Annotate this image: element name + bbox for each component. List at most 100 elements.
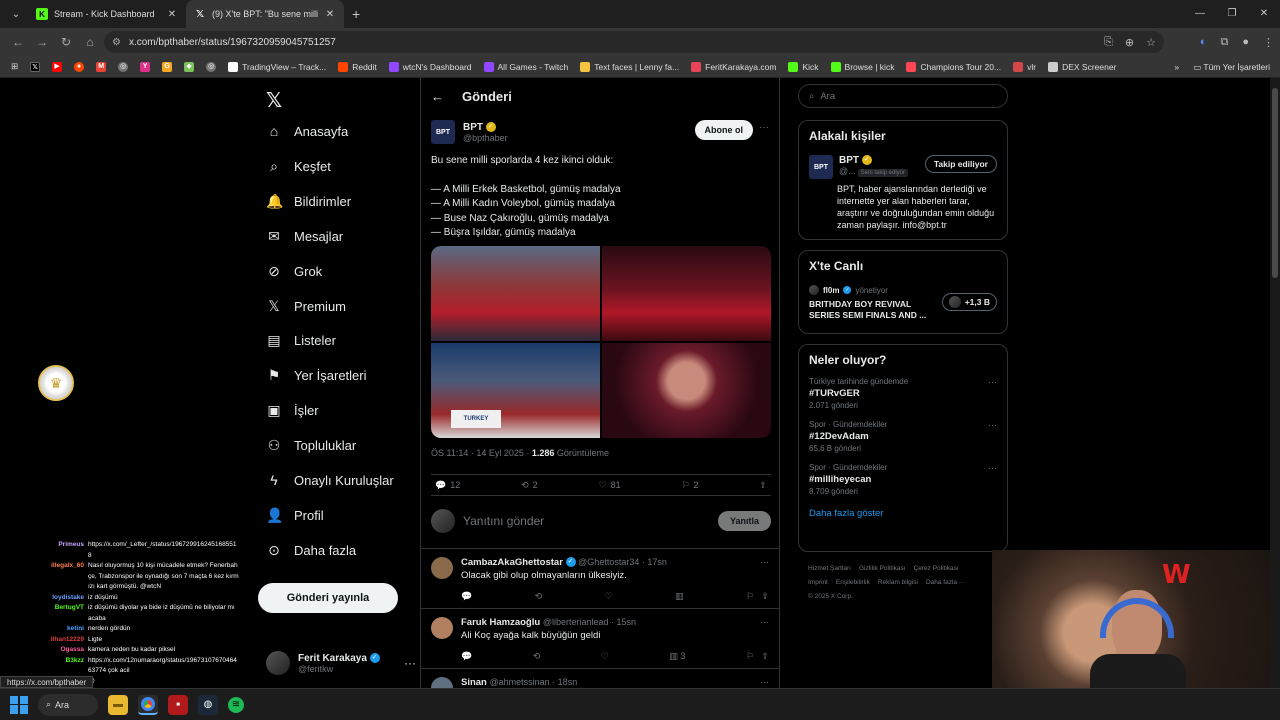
footer-link[interactable]: Çerez Politikası bbox=[914, 565, 959, 572]
file-explorer-icon[interactable]: ▬ bbox=[108, 694, 128, 715]
bookmark-gmail-icon[interactable]: M bbox=[91, 61, 111, 72]
footer-link[interactable]: Gizlilik Politikası bbox=[859, 565, 906, 572]
trend-more-icon[interactable]: ··· bbox=[988, 377, 997, 387]
repost-icon[interactable]: ⟲ bbox=[533, 651, 541, 662]
new-tab-button[interactable]: + bbox=[344, 6, 368, 22]
reply-item[interactable]: Sinan @ahmetssinan · 18sn ··· bbox=[421, 668, 779, 688]
back-arrow-icon[interactable]: ← bbox=[431, 89, 444, 104]
bookmark-item[interactable]: Text faces | Lenny fa... bbox=[575, 61, 684, 72]
repost-icon[interactable]: ⟲ bbox=[535, 591, 543, 602]
bookmark-item[interactable]: Browse | kick bbox=[826, 61, 900, 72]
footer-link[interactable]: © 2025 X Corp. bbox=[808, 593, 853, 600]
bookmark-item[interactable]: Reddit bbox=[333, 61, 382, 72]
like-action[interactable]: ♡ 81 bbox=[599, 480, 621, 491]
page-scrollbar[interactable] bbox=[1270, 78, 1280, 688]
share-icon[interactable]: ⇪ bbox=[759, 480, 767, 491]
reply-input[interactable]: Yanıtını gönder bbox=[463, 514, 710, 528]
bookmark-item[interactable]: All Games - Twitch bbox=[479, 61, 574, 72]
bookmark-share-icons[interactable]: ⚐ ⇪ bbox=[746, 591, 769, 602]
reply-icon[interactable]: 💬 bbox=[461, 591, 472, 602]
post-button[interactable]: Gönderi yayınla bbox=[258, 583, 398, 613]
nav-item-x-premium[interactable]: 𝕏 Premium bbox=[266, 298, 346, 315]
nav-item-more-circle[interactable]: ⊙ Daha fazla bbox=[266, 542, 356, 559]
bookmark-y-icon[interactable]: Y bbox=[135, 61, 155, 72]
bookmark-youtube-icon[interactable]: ▶ bbox=[47, 61, 67, 72]
reply-more-icon[interactable]: ··· bbox=[760, 677, 769, 687]
x-logo-icon[interactable]: 𝕏 bbox=[266, 88, 282, 113]
reply-action[interactable]: 💬 12 bbox=[435, 480, 460, 491]
profile-avatar-icon[interactable]: ● bbox=[1242, 36, 1249, 48]
heart-icon[interactable]: ♡ bbox=[605, 591, 613, 602]
nav-item-search[interactable]: ⌕ Keşfet bbox=[266, 158, 331, 175]
nav-item-grok[interactable]: ⊘ Grok bbox=[266, 263, 322, 280]
bookmark-item[interactable]: FeritKarakaya.com bbox=[686, 61, 781, 72]
tab-close-icon[interactable]: ✕ bbox=[166, 9, 178, 20]
bookmark-item[interactable]: Kick bbox=[783, 61, 823, 72]
bookmark-g-icon[interactable]: G bbox=[157, 61, 177, 72]
views-icon[interactable]: ▥ 3 bbox=[669, 651, 685, 662]
nav-item-profile[interactable]: 👤 Profil bbox=[266, 507, 324, 524]
live-listeners[interactable]: +1,3 B bbox=[941, 293, 997, 311]
bookmark-reddit-icon[interactable]: ● bbox=[69, 61, 89, 72]
scrollbar-thumb[interactable] bbox=[1272, 88, 1278, 278]
bookmark-action[interactable]: ⚐ 2 bbox=[681, 480, 698, 491]
nav-item-lightning[interactable]: ϟ Onaylı Kuruluşlar bbox=[266, 472, 393, 488]
install-app-icon[interactable]: ⎘ bbox=[1104, 36, 1113, 49]
chrome-icon[interactable] bbox=[138, 694, 158, 715]
repost-action[interactable]: ⟲ 2 bbox=[521, 480, 538, 491]
back-icon[interactable]: ← bbox=[6, 35, 30, 49]
footer-link[interactable]: Hizmet Şartları bbox=[808, 565, 851, 572]
home-browser-icon[interactable]: ⌂ bbox=[78, 35, 102, 49]
reply-icon[interactable]: 💬 bbox=[461, 651, 472, 662]
heart-icon[interactable]: ♡ bbox=[601, 651, 609, 662]
star-icon[interactable]: ☆ bbox=[1146, 36, 1156, 49]
footer-link[interactable]: Erişilebilirlik bbox=[836, 579, 870, 586]
spotify-icon[interactable]: ≋ bbox=[228, 696, 244, 713]
chat-username[interactable]: Primeus bbox=[0, 540, 84, 561]
nav-item-list[interactable]: ▤ Listeler bbox=[266, 332, 336, 349]
live-space[interactable]: fl0m ✓ yönetiyor BRITHDAY BOY REVIVAL SERI… bbox=[809, 285, 997, 321]
post-more-icon[interactable]: ··· bbox=[759, 122, 769, 133]
reply-more-icon[interactable]: ··· bbox=[760, 557, 769, 567]
tab-kick-dashboard[interactable]: K Stream - Kick Dashboard ✕ bbox=[28, 0, 186, 28]
extension-icon[interactable]: ◐ bbox=[1200, 36, 1207, 48]
restore-icon[interactable]: ❐ bbox=[1216, 0, 1248, 28]
zoom-icon[interactable]: ⊕ bbox=[1125, 36, 1134, 49]
browser-menu-icon[interactable]: ⋮ bbox=[1263, 36, 1274, 49]
footer-link[interactable]: Reklam bilgisi bbox=[878, 579, 918, 586]
nav-item-briefcase[interactable]: ▣ İşler bbox=[266, 402, 318, 419]
chat-username[interactable]: illegalx_60 bbox=[0, 561, 84, 593]
trend-more-icon[interactable]: ··· bbox=[988, 420, 997, 430]
chat-username[interactable]: ketini bbox=[0, 624, 84, 635]
reply-item[interactable]: Faruk Hamzaoğlu @liberterianlead · 15sn A… bbox=[421, 608, 779, 670]
minimize-icon[interactable]: — bbox=[1184, 0, 1216, 28]
more-bookmarks-icon[interactable]: » bbox=[1174, 62, 1179, 72]
bookmark-item[interactable]: TradingView – Track... bbox=[223, 61, 331, 72]
bookmark-item[interactable]: vlr bbox=[1008, 61, 1041, 72]
post-media-grid[interactable]: TURKEY bbox=[431, 246, 771, 438]
trend-item[interactable]: Türkiye tarihinde gündemde #TURvGER 2.071 … bbox=[809, 377, 997, 410]
media-boxer-portrait[interactable] bbox=[602, 343, 771, 438]
footer-link[interactable]: Imprint bbox=[808, 579, 828, 586]
media-volleyball-photo[interactable] bbox=[431, 246, 600, 341]
bookmark-globe-icon[interactable]: ◎ bbox=[113, 61, 133, 72]
following-button[interactable]: Takip ediliyor bbox=[924, 155, 997, 173]
bookmark-item[interactable]: wtcN's Dashboard bbox=[384, 61, 477, 72]
nav-item-mail[interactable]: ✉ Mesajlar bbox=[266, 228, 343, 245]
chat-username[interactable]: Ilhan12229 bbox=[0, 635, 84, 646]
search-input[interactable]: ⌕ Ara bbox=[798, 84, 1008, 108]
trend-item[interactable]: Spor · Gündemdekiler #milliheyecan 8.709 g… bbox=[809, 463, 997, 496]
tab-x-post[interactable]: 𝕏 (9) X'te BPT: "Bu sene milli spor ✕ bbox=[186, 0, 344, 28]
trend-more-icon[interactable]: ··· bbox=[988, 463, 997, 473]
post-author[interactable]: BPT BPT ✓ @bpthaber bbox=[431, 120, 508, 144]
apps-grid-icon[interactable]: ⊞ bbox=[6, 61, 23, 72]
bookmark-x-icon[interactable]: 𝕏 bbox=[25, 61, 45, 72]
tab-close-icon[interactable]: ✕ bbox=[324, 9, 336, 20]
footer-link[interactable]: Daha fazla ··· bbox=[926, 579, 965, 586]
site-info-icon[interactable]: ⚙ bbox=[112, 37, 121, 48]
trend-item[interactable]: Spor · Gündemdekiler #12DevAdam 65,6 B gön… bbox=[809, 420, 997, 453]
nav-item-home[interactable]: ⌂ Anasayfa bbox=[266, 123, 348, 139]
chat-username[interactable]: B3kzz bbox=[0, 656, 84, 677]
address-bar[interactable]: ⚙ x.com/bpthaber/status/1967320959045751… bbox=[104, 31, 1164, 53]
nav-item-communities[interactable]: ⚇ Topluluklar bbox=[266, 437, 356, 454]
